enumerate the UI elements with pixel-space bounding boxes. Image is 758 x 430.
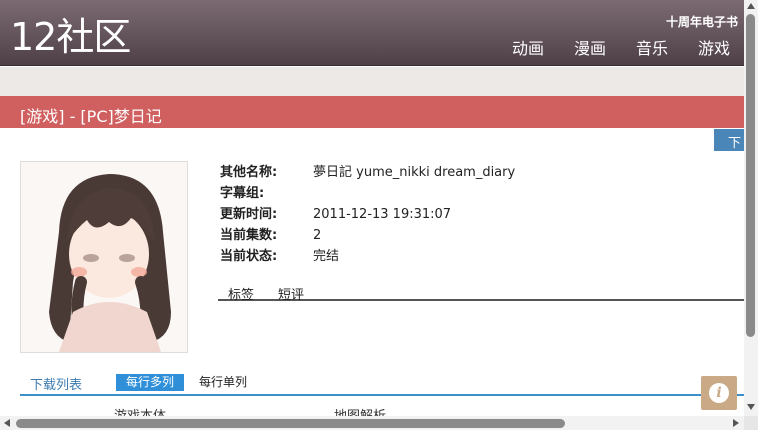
scroll-left-icon[interactable] bbox=[4, 419, 10, 427]
info-row-episodes: 当前集数: 2 bbox=[220, 227, 515, 248]
cover-image bbox=[20, 161, 188, 353]
scroll-right-icon[interactable] bbox=[733, 419, 739, 427]
info-row-alias: 其他名称: 夢日記 yume_nikki dream_diary bbox=[220, 164, 515, 185]
info-value: 2 bbox=[313, 228, 322, 243]
page: 12社区 十周年电子书 动画 漫画 音乐 游戏 [游戏] - [PC]梦日记 下 bbox=[0, 0, 758, 430]
info-row-subtitle-group: 字幕组: bbox=[220, 185, 515, 206]
info-icon: i bbox=[709, 383, 729, 403]
cover-illustration bbox=[21, 162, 187, 352]
tab-tags[interactable]: 标签 bbox=[228, 284, 254, 303]
info-value: 2011-12-13 19:31:07 bbox=[313, 207, 452, 222]
page-title-bar: [游戏] - [PC]梦日记 bbox=[0, 96, 744, 128]
info-key: 字幕组: bbox=[220, 186, 265, 201]
scroll-down-icon[interactable] bbox=[747, 404, 755, 410]
horizontal-scroll-thumb[interactable] bbox=[16, 419, 565, 428]
scroll-up-icon[interactable] bbox=[747, 3, 755, 9]
anniversary-ebook-link[interactable]: 十周年电子书 bbox=[666, 13, 738, 30]
sub-navbar bbox=[0, 67, 744, 96]
nav-anime[interactable]: 动画 bbox=[496, 39, 558, 59]
main-nav: 动画 漫画 音乐 游戏 bbox=[496, 39, 744, 59]
vertical-scrollbar[interactable] bbox=[744, 0, 758, 416]
game-info: 其他名称: 夢日記 yume_nikki dream_diary 字幕组: 更新… bbox=[220, 164, 515, 269]
download-list-title[interactable]: 下载列表 bbox=[30, 374, 82, 393]
info-key: 当前集数: bbox=[220, 228, 278, 243]
info-button[interactable]: i bbox=[701, 376, 737, 410]
vertical-scroll-thumb[interactable] bbox=[746, 14, 755, 337]
view-single-column-button[interactable]: 每行单列 bbox=[199, 374, 247, 391]
site-header: 12社区 十周年电子书 动画 漫画 音乐 游戏 bbox=[0, 0, 744, 66]
info-row-status: 当前状态: 完结 bbox=[220, 248, 515, 269]
download-list-header: 下载列表 每行多列 每行单列 bbox=[20, 373, 744, 396]
info-value: 完结 bbox=[313, 249, 340, 264]
horizontal-scrollbar[interactable] bbox=[0, 416, 744, 430]
download-tab[interactable]: 下 bbox=[714, 129, 744, 151]
info-tabs: 标签 短评 bbox=[218, 284, 744, 303]
info-key: 其他名称: bbox=[220, 165, 278, 180]
nav-comic[interactable]: 漫画 bbox=[558, 39, 620, 59]
info-key: 更新时间: bbox=[220, 207, 278, 222]
info-key: 当前状态: bbox=[220, 249, 278, 264]
info-value: 夢日記 yume_nikki dream_diary bbox=[313, 165, 516, 180]
info-row-updated: 更新时间: 2011-12-13 19:31:07 bbox=[220, 206, 515, 227]
nav-music[interactable]: 音乐 bbox=[620, 39, 682, 59]
page-title: [游戏] - [PC]梦日记 bbox=[20, 107, 162, 126]
nav-game[interactable]: 游戏 bbox=[682, 39, 744, 59]
view-multi-column-button[interactable]: 每行多列 bbox=[116, 374, 184, 391]
site-logo[interactable]: 12社区 bbox=[10, 14, 131, 60]
scrollbar-corner bbox=[744, 416, 758, 430]
tab-short-reviews[interactable]: 短评 bbox=[278, 284, 304, 303]
